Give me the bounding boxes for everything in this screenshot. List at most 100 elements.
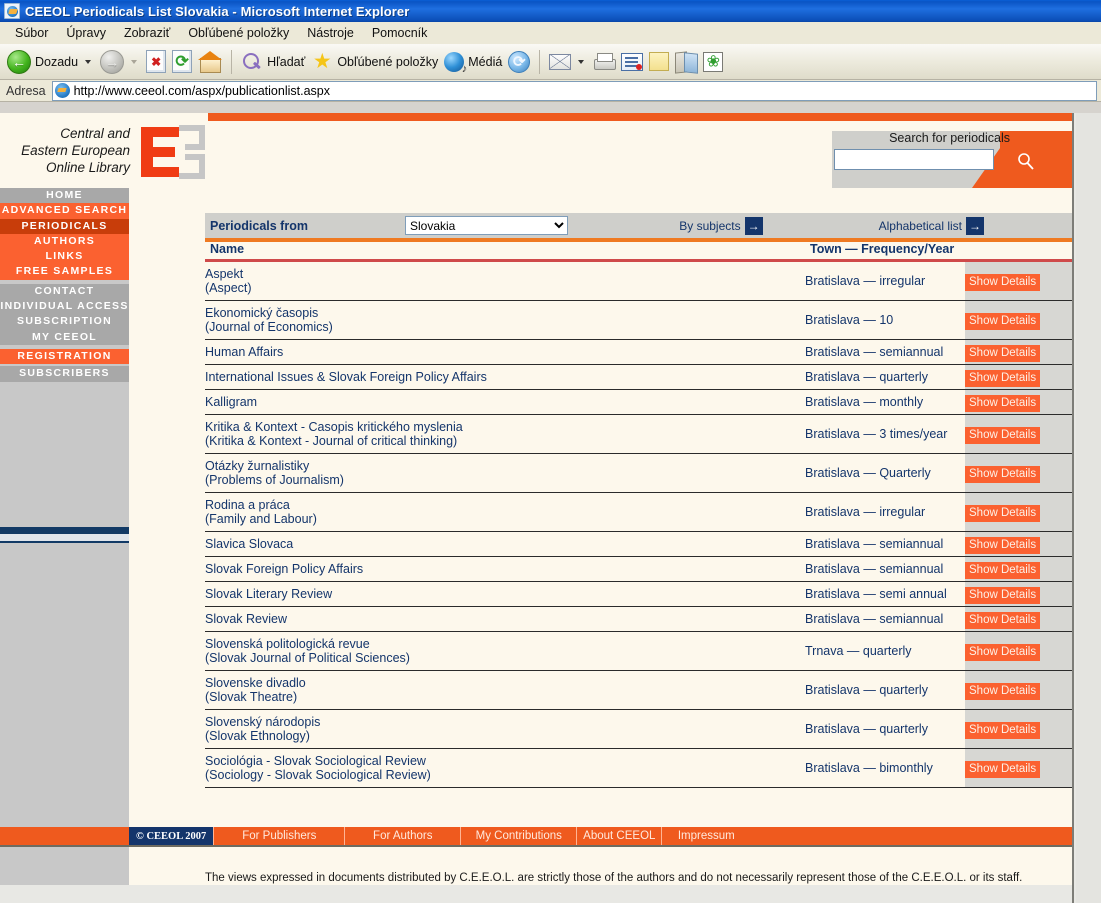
refresh-button[interactable] [169, 48, 195, 76]
back-dropdown-caret-icon[interactable] [85, 59, 92, 64]
sidebar-item-registration[interactable]: REGISTRATION [0, 348, 129, 365]
cell-details: Show Details [965, 262, 1072, 301]
messenger-button[interactable] [700, 48, 726, 76]
search-submit-button[interactable] [1010, 151, 1034, 173]
print-button[interactable] [590, 48, 618, 76]
sidebar-item-free-samples[interactable]: FREE SAMPLES [0, 264, 129, 280]
periodical-title-link[interactable]: Otázky žurnalistiky [205, 459, 309, 473]
show-details-button[interactable]: Show Details [965, 369, 1041, 387]
periodical-title-link[interactable]: Kritika & Kontext - Casopis kritického m… [205, 420, 463, 434]
by-subjects-link[interactable]: By subjects → [679, 216, 763, 235]
menu-item-edit[interactable]: Úpravy [57, 24, 115, 42]
show-details-button[interactable]: Show Details [965, 465, 1041, 483]
periodical-name-block: Slovak Foreign Policy Affairs [205, 557, 805, 581]
periodical-title-link[interactable]: Rodina a práca [205, 498, 290, 512]
sidebar-item-authors[interactable]: AUTHORS [0, 233, 129, 250]
show-details-button[interactable]: Show Details [965, 643, 1041, 661]
search-periodicals-input[interactable] [834, 149, 994, 170]
show-details-button[interactable]: Show Details [965, 426, 1041, 444]
periodical-title-link[interactable]: Slovenske divadlo [205, 676, 306, 690]
sidebar-item-contact[interactable]: CONTACT [0, 283, 129, 300]
menu-item-view[interactable]: Zobraziť [115, 24, 179, 42]
show-details-button[interactable]: Show Details [965, 611, 1041, 629]
notes-button[interactable] [646, 48, 672, 76]
cell-details: Show Details [965, 364, 1072, 390]
address-input[interactable]: http://www.ceeol.com/aspx/publicationlis… [51, 80, 1097, 101]
favorites-button-label: Obľúbené položky [337, 54, 439, 69]
cell-name: International Issues & Slovak Foreign Po… [205, 364, 805, 390]
show-details-button[interactable]: Show Details [965, 312, 1041, 330]
periodical-name-block: Slavica Slovaca [205, 532, 805, 556]
back-button[interactable]: ← Dozadu [4, 48, 97, 76]
toolbar-divider [231, 49, 233, 74]
periodical-title-link[interactable]: Slovak Review [205, 612, 287, 626]
periodical-title-link[interactable]: Slovenský národopis [205, 715, 320, 729]
footer-link-for-authors[interactable]: For Authors [345, 827, 462, 845]
sidebar-item-subscription[interactable]: SUBSCRIPTION [0, 314, 129, 330]
periodical-title-link[interactable]: International Issues & Slovak Foreign Po… [205, 370, 487, 384]
show-details-button[interactable]: Show Details [965, 682, 1041, 700]
forward-dropdown-caret-icon[interactable] [131, 59, 138, 64]
history-button[interactable] [505, 48, 533, 76]
sidebar-item-individual-access[interactable]: INDIVIDUAL ACCESS [0, 299, 129, 315]
table-row: Rodina a práca (Family and Labour) Brati… [205, 492, 1072, 532]
menu-item-favorites[interactable]: Obľúbené položky [179, 24, 298, 42]
forward-button[interactable]: → [97, 48, 143, 76]
encarta-button[interactable] [672, 48, 700, 76]
search-icon [241, 51, 263, 73]
show-details-button[interactable]: Show Details [965, 561, 1041, 579]
sidebar-item-periodicals[interactable]: PERIODICALS [0, 218, 129, 234]
ceeol-logo[interactable] [133, 123, 208, 181]
menu-item-tools[interactable]: Nástroje [298, 24, 363, 42]
sidebar-accent-row [0, 534, 129, 541]
table-row: Aspekt (Aspect) Bratislava — irregular S… [205, 262, 1072, 301]
footer-link-for-publishers[interactable]: For Publishers [213, 827, 346, 845]
stop-button[interactable] [143, 48, 169, 76]
home-button[interactable] [195, 48, 225, 76]
periodical-title-link[interactable]: Sociológia - Slovak Sociological Review [205, 754, 426, 768]
main-content: Periodicals from Slovakia By subjects → … [129, 188, 1072, 903]
books-icon [675, 52, 697, 71]
cell-town: Bratislava — semiannual [805, 531, 965, 557]
sidebar-item-advanced-search[interactable]: ADVANCED SEARCH [0, 203, 129, 219]
periodical-title-link[interactable]: Aspekt [205, 267, 243, 281]
sidebar-item-subscribers[interactable]: SUBSCRIBERS [0, 366, 129, 382]
periodical-name-block: Sociológia - Slovak Sociological Review … [205, 749, 805, 787]
periodical-town: Bratislava — bimonthly [805, 761, 933, 775]
table-row: Ekonomický časopis (Journal of Economics… [205, 300, 1072, 340]
show-details-button[interactable]: Show Details [965, 394, 1041, 412]
show-details-button[interactable]: Show Details [965, 721, 1041, 739]
show-details-button[interactable]: Show Details [965, 273, 1041, 291]
menu-item-help[interactable]: Pomocník [363, 24, 437, 42]
periodical-title-link[interactable]: Human Affairs [205, 345, 283, 359]
periodical-title-link[interactable]: Slovak Literary Review [205, 587, 332, 601]
menu-item-file[interactable]: Súbor [6, 24, 57, 42]
periodical-name-block: Otázky žurnalistiky (Problems of Journal… [205, 454, 805, 492]
country-select[interactable]: Slovakia [405, 216, 568, 235]
footer-link-about-ceeol[interactable]: About CEEOL [577, 827, 663, 845]
periodical-title-link[interactable]: Ekonomický časopis [205, 306, 318, 320]
footer-link-my-contributions[interactable]: My Contributions [461, 827, 578, 845]
show-details-button[interactable]: Show Details [965, 504, 1041, 522]
periodical-title-link[interactable]: Slovenská politologická revue [205, 637, 370, 651]
media-button[interactable]: Médiá [441, 48, 505, 76]
periodical-title-link[interactable]: Slovak Foreign Policy Affairs [205, 562, 363, 576]
show-details-button[interactable]: Show Details [965, 536, 1041, 554]
edit-button[interactable] [618, 48, 646, 76]
periodical-title-link[interactable]: Slavica Slovaca [205, 537, 293, 551]
alphabetical-list-link[interactable]: Alphabetical list → [879, 216, 984, 235]
show-details-button[interactable]: Show Details [965, 344, 1041, 362]
periodical-title-link[interactable]: Kalligram [205, 395, 257, 409]
sidebar-item-links[interactable]: LINKS [0, 249, 129, 265]
favorites-button[interactable]: ★ Obľúbené položky [308, 48, 441, 76]
show-details-button[interactable]: Show Details [965, 586, 1041, 604]
search-button[interactable]: Hľadať [238, 48, 308, 76]
sidebar-item-home[interactable]: HOME [0, 188, 129, 204]
show-details-button[interactable]: Show Details [965, 760, 1041, 778]
mail-button[interactable] [546, 48, 590, 76]
footer-link-impressum[interactable]: Impressum [662, 827, 750, 845]
star-icon: ★ [312, 49, 332, 73]
mail-dropdown-caret-icon[interactable] [578, 59, 585, 64]
cell-details: Show Details [965, 748, 1072, 788]
sidebar-item-my-ceeol[interactable]: MY CEEOL [0, 329, 129, 345]
